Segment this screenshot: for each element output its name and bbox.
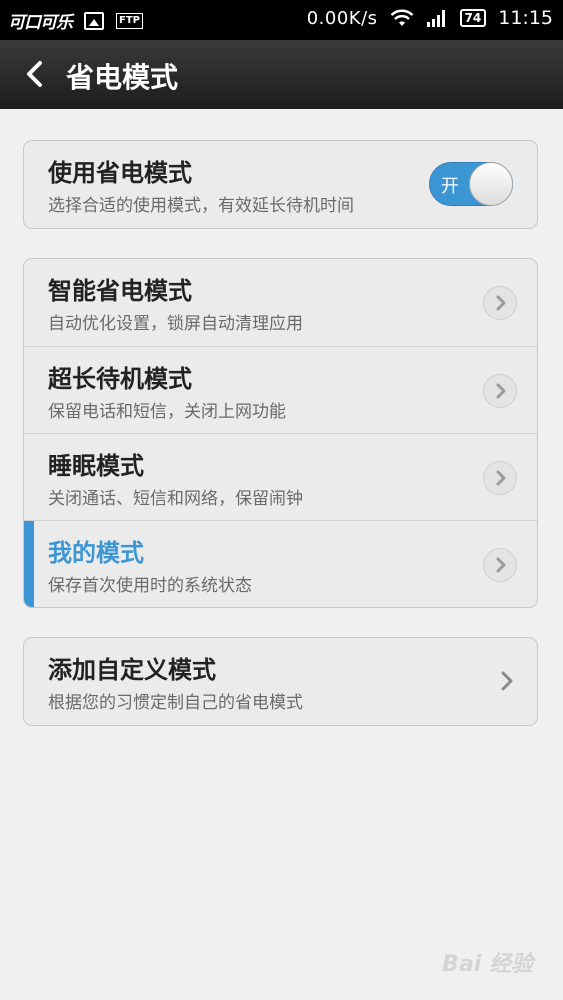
ftp-notification-icon: FTP [116, 12, 143, 29]
mode-row-smart[interactable]: 智能省电模式 自动优化设置，锁屏自动清理应用 [24, 259, 537, 346]
mode-subtitle: 保存首次使用时的系统状态 [48, 576, 252, 596]
mode-title: 睡眠模式 [48, 452, 144, 480]
custom-mode-subtitle: 根据您的习惯定制自己的省电模式 [48, 693, 303, 713]
battery-icon: 74 [459, 9, 487, 27]
clock: 11:15 [498, 7, 553, 29]
power-saving-card: 使用省电模式 选择合适的使用模式，有效延长待机时间 开 [23, 140, 538, 229]
carrier-label: 可口可乐 [8, 13, 73, 33]
wifi-icon [390, 9, 413, 26]
chevron-right-icon[interactable] [483, 374, 517, 408]
page-title: 省电模式 [66, 61, 179, 94]
mode-subtitle: 保留电话和短信，关闭上网功能 [48, 402, 286, 422]
mode-row-long-standby[interactable]: 超长待机模式 保留电话和短信，关闭上网功能 [24, 346, 537, 433]
toggle-knob [469, 162, 513, 206]
watermark-logo: Bai 经验 [442, 952, 533, 977]
mode-subtitle: 自动优化设置，锁屏自动清理应用 [48, 314, 303, 334]
chevron-right-icon[interactable] [483, 461, 517, 495]
signal-icon [426, 10, 445, 27]
chevron-right-icon[interactable] [483, 548, 517, 582]
status-bar: 可口可乐 FTP 0.00K/s 74 11:15 [0, 0, 563, 40]
selected-indicator [24, 521, 34, 607]
mode-title: 智能省电模式 [48, 277, 192, 305]
power-saving-subtitle: 选择合适的使用模式，有效延长待机时间 [48, 196, 354, 216]
add-custom-mode-row[interactable]: 添加自定义模式 根据您的习惯定制自己的省电模式 [24, 638, 537, 725]
chevron-right-icon[interactable] [483, 286, 517, 320]
mode-title: 我的模式 [48, 539, 144, 567]
mode-title: 超长待机模式 [48, 365, 192, 393]
back-arrow-icon[interactable] [18, 57, 52, 91]
toggle-on-label: 开 [441, 176, 459, 197]
title-bar: 省电模式 [0, 40, 563, 109]
modes-card: 智能省电模式 自动优化设置，锁屏自动清理应用 超长待机模式 保留电话和短信，关闭… [23, 258, 538, 608]
power-saving-toggle[interactable]: 开 [429, 162, 513, 206]
network-speed: 0.00K/s [306, 7, 378, 29]
power-saving-title: 使用省电模式 [48, 159, 192, 187]
custom-mode-title: 添加自定义模式 [48, 656, 216, 684]
mode-subtitle: 关闭通话、短信和网络，保留闹钟 [48, 489, 303, 509]
mode-row-my-mode[interactable]: 我的模式 保存首次使用时的系统状态 [24, 520, 537, 607]
power-saving-row[interactable]: 使用省电模式 选择合适的使用模式，有效延长待机时间 开 [24, 141, 537, 228]
custom-mode-card: 添加自定义模式 根据您的习惯定制自己的省电模式 [23, 637, 538, 726]
mode-row-sleep[interactable]: 睡眠模式 关闭通话、短信和网络，保留闹钟 [24, 433, 537, 520]
image-notification-icon [84, 11, 104, 30]
chevron-right-icon [501, 671, 513, 691]
